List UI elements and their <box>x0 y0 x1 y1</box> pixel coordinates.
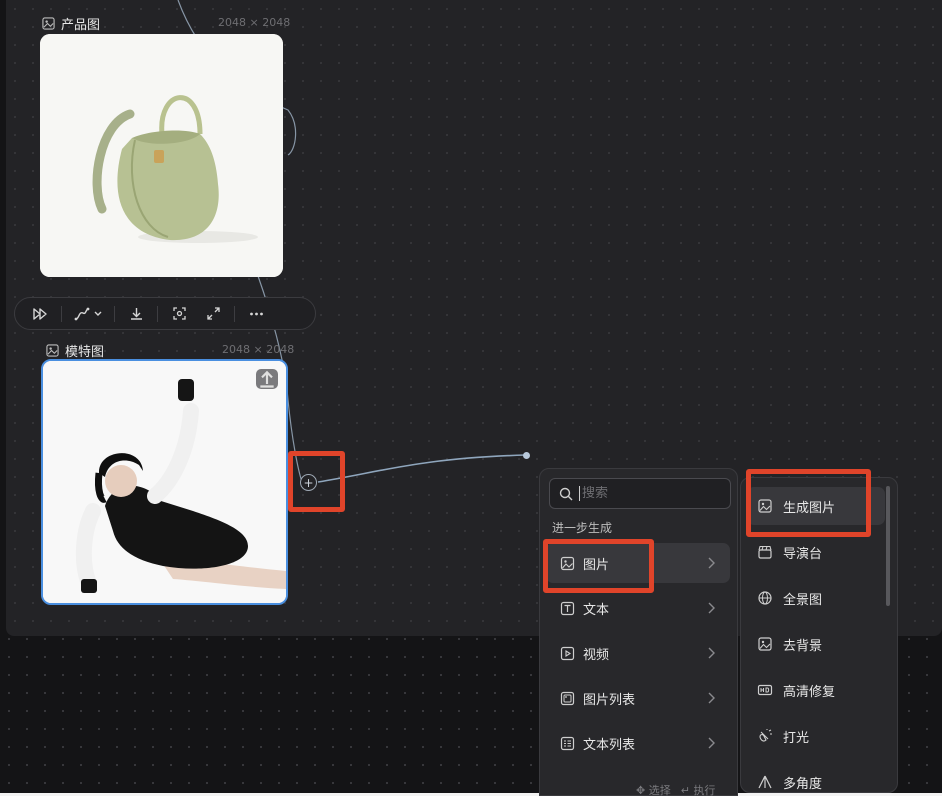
generate-menu: 进一步生成 图片 文本 视频 图片列表 文本列表 ✥ 选择 ↵ 执行 <box>539 468 738 796</box>
text-icon <box>560 601 575 615</box>
menu-footer-hints: ✥ 选择 ↵ 执行 <box>636 782 715 796</box>
search-icon <box>559 487 573 500</box>
menu-item-label: 视频 <box>583 647 610 663</box>
toolbar-divider <box>114 305 115 322</box>
model-image-card[interactable] <box>41 359 288 605</box>
menu-item-video[interactable]: 视频 <box>546 633 730 673</box>
curve-style-button[interactable] <box>66 301 110 327</box>
download-icon[interactable] <box>119 301 153 327</box>
product-node-size: 2048 × 2048 <box>218 16 291 29</box>
submenu-item-label: 生成图片 <box>783 500 836 516</box>
submenu-scrollbar[interactable] <box>886 486 890 606</box>
plus-icon: + <box>303 475 314 490</box>
menu-item-image[interactable]: 图片 <box>546 543 730 583</box>
handbag-image <box>40 34 283 277</box>
menu-item-text-list[interactable]: 文本列表 <box>546 723 730 763</box>
menu-item-label: 文本 <box>583 602 610 618</box>
model-photo <box>43 361 286 603</box>
model-node-header: 模特图 <box>46 341 104 360</box>
node-toolbar <box>14 297 316 330</box>
submenu-item-label: 打光 <box>783 730 810 746</box>
clapperboard-icon <box>758 545 772 559</box>
fast-forward-icon[interactable] <box>23 301 57 327</box>
menu-section-title: 进一步生成 <box>552 521 613 535</box>
model-node-title: 模特图 <box>65 345 105 360</box>
submenu-item-panorama[interactable]: 全景图 <box>747 579 885 617</box>
image-icon <box>758 637 772 651</box>
submenu-item-label: 导演台 <box>783 546 823 562</box>
angle-icon <box>758 775 772 789</box>
upload-icon[interactable] <box>256 369 278 389</box>
search-box[interactable] <box>549 478 731 509</box>
submenu-item-director[interactable]: 导演台 <box>747 533 885 571</box>
chevron-right-icon <box>708 737 715 749</box>
wire-endpoint[interactable] <box>523 452 530 459</box>
menu-item-label: 文本列表 <box>583 737 636 753</box>
chevron-down-icon <box>94 311 101 316</box>
toolbar-divider <box>157 305 158 322</box>
chevron-right-icon <box>708 602 715 614</box>
video-icon <box>560 646 575 660</box>
submenu-item-label: 去背景 <box>783 638 823 654</box>
submenu-item-hd-repair[interactable]: 高清修复 <box>747 671 885 709</box>
select-hint: ✥ 选择 <box>636 784 671 796</box>
chevron-right-icon <box>708 647 715 659</box>
menu-item-label: 图片 <box>583 557 610 573</box>
image-icon <box>46 344 59 357</box>
add-node-port[interactable]: + <box>300 474 317 491</box>
more-icon[interactable] <box>239 301 273 327</box>
expand-icon[interactable] <box>196 301 230 327</box>
image-submenu: 生成图片 导演台 全景图 去背景 高清修复 打光 多角度 <box>740 477 898 793</box>
light-icon <box>759 729 772 742</box>
image-icon <box>42 17 55 30</box>
curve-icon <box>74 307 89 320</box>
text-list-icon <box>560 736 575 750</box>
submenu-item-remove-background[interactable]: 去背景 <box>747 625 885 663</box>
hd-icon <box>757 684 773 696</box>
execute-hint-label: 执行 <box>693 784 716 796</box>
execute-hint: ↵ 执行 <box>680 784 716 796</box>
submenu-item-label: 多角度 <box>783 776 823 792</box>
product-node-title: 产品图 <box>61 18 101 33</box>
image-icon <box>758 499 772 513</box>
submenu-item-label: 高清修复 <box>783 684 836 700</box>
model-node-size: 2048 × 2048 <box>222 343 295 356</box>
chevron-right-icon <box>708 692 715 704</box>
submenu-item-lighting[interactable]: 打光 <box>747 717 885 755</box>
submenu-item-generate-image[interactable]: 生成图片 <box>747 487 885 525</box>
chevron-right-icon <box>708 557 715 569</box>
toolbar-divider <box>61 305 62 322</box>
product-image-card[interactable] <box>40 34 283 277</box>
toolbar-divider <box>234 305 235 322</box>
menu-item-label: 图片列表 <box>583 692 636 708</box>
search-input[interactable] <box>579 486 719 501</box>
menu-item-image-list[interactable]: 图片列表 <box>546 678 730 718</box>
product-node-header: 产品图 <box>42 14 100 33</box>
focus-icon[interactable] <box>162 301 196 327</box>
select-hint-label: 选择 <box>648 784 671 796</box>
image-icon <box>560 556 575 570</box>
image-list-icon <box>560 691 575 705</box>
submenu-item-label: 全景图 <box>783 592 823 608</box>
submenu-item-multi-angle[interactable]: 多角度 <box>747 763 885 796</box>
menu-item-text[interactable]: 文本 <box>546 588 730 628</box>
globe-icon <box>758 591 772 605</box>
